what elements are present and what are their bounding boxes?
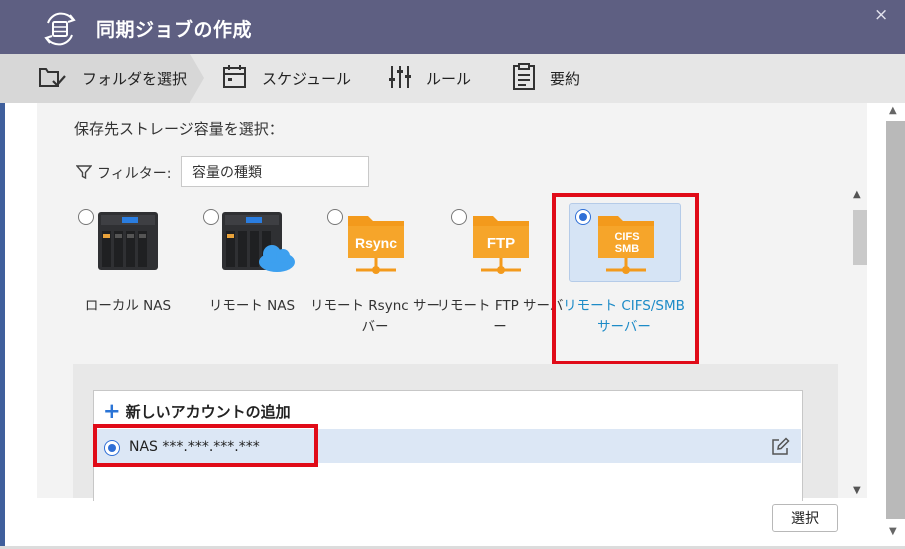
select-button[interactable]: 選択: [772, 504, 838, 532]
outer-scrollbar-thumb[interactable]: [886, 121, 905, 519]
ftp-folder-icon[interactable]: FTP: [471, 210, 533, 280]
sliders-icon: [388, 64, 426, 94]
highlight-box-cifs: [552, 193, 699, 365]
scrollbar-thumb[interactable]: [853, 210, 867, 265]
rsync-folder-icon[interactable]: Rsync: [346, 210, 408, 280]
step-label: 要約: [550, 70, 581, 88]
close-icon[interactable]: ×: [874, 5, 888, 25]
step-summary[interactable]: 要約: [512, 54, 580, 103]
radio-local-nas[interactable]: [78, 209, 94, 225]
outer-scroll-up-icon[interactable]: ▲: [889, 105, 897, 116]
clipboard-icon: [512, 62, 550, 95]
add-account-link[interactable]: + 新しいアカウントの追加: [103, 399, 291, 423]
sync-job-icon: [40, 9, 80, 49]
dialog-footer: [37, 498, 867, 549]
calendar-icon: [222, 64, 262, 94]
dialog-title: 同期ジョブの作成: [96, 19, 253, 41]
step-select-folder[interactable]: フォルダを選択: [38, 54, 187, 103]
add-account-label: 新しいアカウントの追加: [125, 403, 291, 421]
ftp-badge-text: FTP: [487, 235, 515, 252]
edit-icon[interactable]: [770, 437, 790, 461]
step-arrow: [190, 54, 204, 102]
step-rules[interactable]: ルール: [388, 54, 471, 103]
dialog-titlebar: 同期ジョブの作成 ×: [0, 0, 905, 54]
radio-remote-rsync[interactable]: [327, 209, 343, 225]
card-label-remote-rsync: リモート Rsync サーバー: [310, 298, 440, 335]
card-label-remote-nas: リモート NAS: [208, 298, 296, 314]
outer-scroll-down-icon[interactable]: ▼: [889, 526, 897, 537]
radio-remote-ftp[interactable]: [451, 209, 467, 225]
nas-cloud-icon[interactable]: [222, 212, 296, 278]
scroll-up-icon[interactable]: ▲: [853, 189, 861, 200]
step-label: フォルダを選択: [82, 70, 188, 88]
wizard-steps: フォルダを選択 スケジュール ルール 要約: [0, 54, 905, 103]
filter-label: フィルター:: [97, 166, 172, 182]
scroll-down-icon[interactable]: ▼: [853, 485, 861, 496]
step-label: ルール: [426, 70, 472, 88]
plus-icon: +: [103, 399, 121, 423]
step-label: スケジュール: [262, 70, 351, 88]
step-schedule[interactable]: スケジュール: [222, 54, 351, 103]
radio-remote-nas[interactable]: [203, 209, 219, 225]
background-window-edge: [0, 100, 5, 549]
filter-icon: [75, 164, 93, 184]
rsync-badge-text: Rsync: [355, 235, 397, 251]
card-label-remote-ftp: リモート FTP サーバー: [436, 298, 564, 335]
page-heading: 保存先ストレージ容量を選択：: [74, 120, 284, 138]
nas-device-icon[interactable]: [98, 212, 160, 276]
highlight-box-account: [93, 424, 318, 467]
filter-input[interactable]: [181, 156, 369, 187]
folder-check-icon: [38, 64, 82, 94]
card-label-local-nas: ローカル NAS: [84, 298, 172, 314]
